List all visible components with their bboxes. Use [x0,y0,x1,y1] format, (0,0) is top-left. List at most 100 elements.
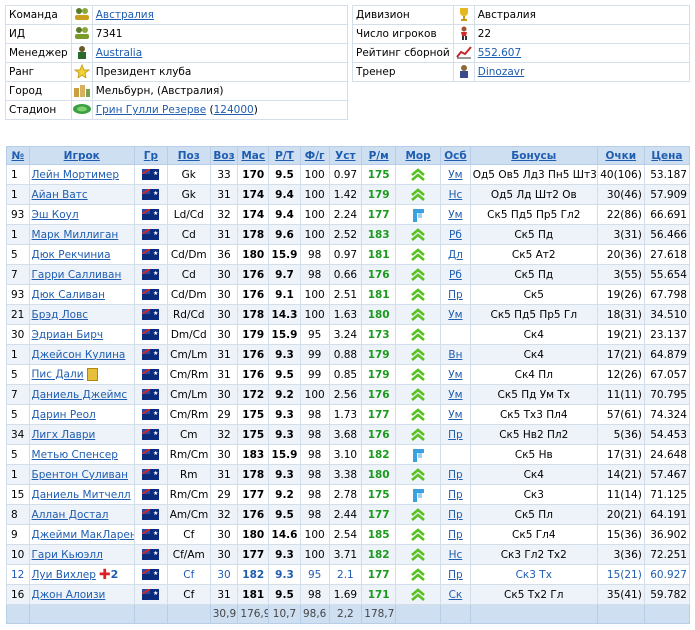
stadium-capacity-link[interactable]: 124000 [214,104,254,116]
column-header[interactable]: Очки [596,146,645,165]
player-height-weight: 9.3 [268,344,301,365]
player-name-link[interactable]: Даниель Джеймс [32,389,128,401]
australia-flag-icon [142,449,160,460]
player-bonuses: Ск4 Пл [469,364,598,385]
column-header[interactable]: Уст [328,146,363,165]
player-real-mastery: 177 [361,404,397,425]
player-fitness: 98 [299,584,330,605]
column-header[interactable]: Осб [440,146,471,165]
info-value-link[interactable]: 552.607 [478,47,521,59]
player-fatigue: 1.42 [328,184,363,205]
special-ability-link[interactable]: Ум [448,209,462,221]
player-age: 30 [209,384,239,405]
player-name-cell: Луи Вихлер ✚2 [28,564,135,585]
player-height-weight: 9.2 [268,484,301,505]
player-age: 30 [209,304,239,325]
special-ability-link[interactable]: Пр [448,469,463,481]
australia-flag-icon [142,229,160,240]
player-name-link[interactable]: Эш Коул [32,209,79,221]
special-ability-link[interactable]: Пр [448,289,463,301]
special-ability-link[interactable]: Дл [448,249,463,261]
special-ability-link[interactable]: Ск [449,589,463,601]
player-real-mastery: 183 [361,224,397,245]
special-ability-cell: Ум [440,164,471,185]
special-ability-link[interactable]: Рб [449,269,462,281]
table-footer-row: 30,9 176,9 10,7 98,6 2,2 178,7 [6,604,691,624]
column-header[interactable]: № [6,146,30,165]
morale-cell [395,324,442,345]
player-points: 17(31) [596,444,645,465]
player-name-link[interactable]: Брэд Ловс [32,309,89,321]
player-number: 34 [6,424,30,445]
player-price: 36.902 [643,524,691,545]
special-ability-link[interactable]: Пр [448,509,463,521]
player-name-link[interactable]: Луи Вихлер [32,569,96,581]
special-ability-link[interactable]: Пр [448,489,463,501]
player-name-link[interactable]: Метью Спенсер [32,449,118,461]
special-ability-link[interactable]: Пр [448,569,463,581]
column-header[interactable]: Бонусы [469,146,598,165]
info-value-link[interactable]: Грин Гулли Резерве [96,104,206,116]
player-name-link[interactable]: Гарри Салливан [32,269,122,281]
column-header[interactable]: Мас [237,146,270,165]
player-number: 5 [6,364,30,385]
player-points: 3(55) [596,264,645,285]
player-name-link[interactable]: Марк Миллиган [32,229,119,241]
player-fitness: 100 [299,164,330,185]
info-value-link[interactable]: Australia [96,47,142,59]
player-number: 93 [6,204,30,225]
special-ability-link[interactable]: Пр [448,429,463,441]
footer-average: 176,9 [237,604,270,624]
australia-flag-icon [142,429,160,440]
player-name-link[interactable]: Аллан Достал [32,509,109,521]
special-ability-link[interactable]: Ум [448,409,462,421]
special-ability-link[interactable]: Нс [449,549,463,561]
special-ability-link[interactable]: Ум [448,169,462,181]
player-name-link[interactable]: Джейми МакЛарен [32,529,134,541]
player-name-link[interactable]: Дарин Реол [32,409,96,421]
player-number: 1 [6,184,30,205]
special-ability-link[interactable]: Пр [448,529,463,541]
player-name-link[interactable]: Лейн Мортимер [32,169,120,181]
player-fatigue: 2.1 [328,564,363,585]
player-mastery: 179 [237,324,270,345]
player-name-link[interactable]: Даниель Митчелл [32,489,131,501]
column-header[interactable]: Ф/г [299,146,330,165]
morale-up-icon [410,567,426,582]
player-number: 30 [6,324,30,345]
column-header[interactable]: Воз [209,146,239,165]
player-name-cell: Аллан Достал [28,504,135,525]
special-ability-link[interactable]: Ум [448,309,462,321]
special-ability-link[interactable]: Нс [449,189,463,201]
player-name-link[interactable]: Дюк Рекчиниа [32,249,111,261]
column-header[interactable]: Р/Т [268,146,301,165]
special-ability-link[interactable]: Вн [448,349,462,361]
column-header[interactable]: Игрок [28,146,135,165]
column-header[interactable]: Гр [133,146,168,165]
column-header[interactable]: Поз [166,146,211,165]
player-name-link[interactable]: Джейсон Кулина [32,349,126,361]
info-value-link[interactable]: Dinozavr [478,66,525,78]
player-height-weight: 9.5 [268,504,301,525]
player-name-cell: Гари Кьюэлл [28,544,135,565]
special-ability-link[interactable]: Ум [448,389,462,401]
player-name-link[interactable]: Джон Алоизи [32,589,106,601]
player-name-link[interactable]: Эдриан Бирч [32,329,104,341]
special-ability-link[interactable]: Ум [448,369,462,381]
player-name-link[interactable]: Пис Дали [32,369,84,381]
info-value-link[interactable]: Австралия [96,9,154,21]
player-position: Rm/Cm [166,444,211,465]
player-name-cell: Дюк Рекчиниа [28,244,135,265]
player-name-link[interactable]: Лигх Лаври [32,429,96,441]
player-name-link[interactable]: Гари Кьюэлл [32,549,103,561]
special-ability-link[interactable]: Рб [449,229,462,241]
player-name-link[interactable]: Айан Ватс [32,189,88,201]
player-name-link[interactable]: Дюк Саливан [32,289,106,301]
morale-up-icon [410,347,426,362]
player-name-link[interactable]: Брентон Суливан [32,469,129,481]
table-row: 1Джейсон Кулина Cm/Lm311769.3990.88179 Вн С… [6,344,691,365]
column-header[interactable]: Р/м [361,146,397,165]
column-header[interactable]: Мор [395,146,442,165]
column-header[interactable]: Цена [643,146,691,165]
nationality-cell [133,524,168,545]
